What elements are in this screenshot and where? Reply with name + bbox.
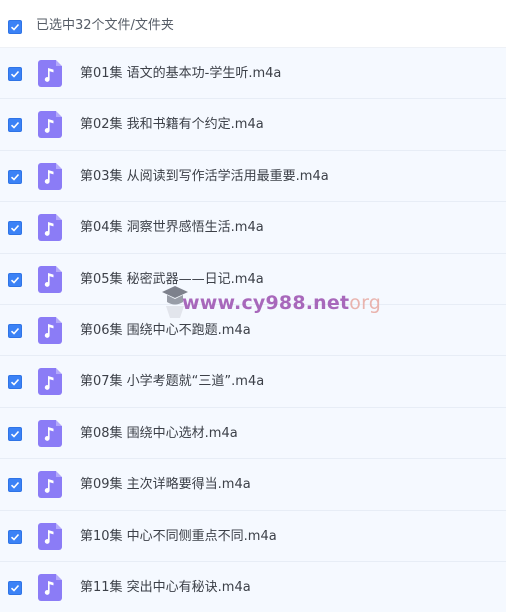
file-checkbox[interactable] bbox=[8, 272, 22, 287]
file-checkbox[interactable] bbox=[8, 375, 22, 390]
music-note-icon bbox=[38, 471, 62, 499]
file-row[interactable]: 第10集 中心不同侧重点不同.m4a bbox=[0, 510, 506, 562]
check-icon bbox=[10, 122, 20, 130]
music-note-icon bbox=[38, 60, 62, 87]
music-note-icon bbox=[38, 316, 62, 344]
file-checkbox[interactable] bbox=[8, 323, 22, 338]
file-row[interactable]: 第06集 围绕中心不跑题.m4a bbox=[0, 304, 506, 357]
file-name[interactable]: 第11集 突出中心有秘诀.m4a bbox=[80, 579, 251, 597]
file-name[interactable]: 第08集 围绕中心选材.m4a bbox=[80, 425, 238, 443]
music-note-icon bbox=[38, 573, 62, 601]
file-row[interactable]: 第11集 突出中心有秘诀.m4a bbox=[0, 561, 506, 612]
file-list-panel: 已选中32个文件/文件夹 第01集 语文的基本功-学生听.m4a 第02集 我和书… bbox=[0, 0, 506, 612]
file-name[interactable]: 第06集 围绕中心不跑题.m4a bbox=[80, 322, 251, 340]
file-checkbox[interactable] bbox=[8, 67, 22, 81]
file-checkbox[interactable] bbox=[8, 478, 22, 493]
file-row[interactable]: 第04集 洞察世界感悟生活.m4a bbox=[0, 202, 506, 254]
file-checkbox[interactable] bbox=[8, 529, 22, 544]
file-row[interactable]: 第05集 秘密武器——日记.m4a bbox=[0, 253, 506, 305]
check-icon bbox=[10, 533, 20, 541]
file-name[interactable]: 第02集 我和书籍有个约定.m4a bbox=[80, 116, 264, 134]
file-row[interactable]: 第02集 我和书籍有个约定.m4a bbox=[0, 99, 506, 151]
file-list: 第01集 语文的基本功-学生听.m4a 第02集 我和书籍有个约定.m4a 第03集… bbox=[0, 48, 506, 612]
music-note-icon bbox=[38, 214, 62, 242]
file-name[interactable]: 第05集 秘密武器——日记.m4a bbox=[80, 271, 264, 289]
file-row[interactable]: 第07集 小学考题就“三道”.m4a bbox=[0, 356, 506, 408]
music-note-icon bbox=[38, 265, 62, 293]
file-name[interactable]: 第01集 语文的基本功-学生听.m4a bbox=[80, 65, 281, 83]
file-checkbox[interactable] bbox=[8, 221, 22, 236]
music-note-icon bbox=[38, 111, 62, 139]
selection-count-label: 已选中32个文件/文件夹 bbox=[36, 18, 174, 33]
file-row[interactable]: 第01集 语文的基本功-学生听.m4a bbox=[0, 48, 506, 100]
select-all-checkbox[interactable] bbox=[8, 20, 22, 34]
check-icon bbox=[10, 225, 20, 232]
check-icon bbox=[10, 70, 20, 78]
check-icon bbox=[10, 482, 20, 489]
music-note-icon bbox=[38, 368, 62, 396]
file-name[interactable]: 第09集 主次详略要得当.m4a bbox=[80, 476, 251, 494]
file-name[interactable]: 第04集 洞察世界感悟生活.m4a bbox=[80, 219, 264, 237]
file-checkbox[interactable] bbox=[8, 169, 22, 184]
check-icon bbox=[10, 276, 20, 284]
check-icon bbox=[10, 379, 20, 386]
file-row[interactable]: 第03集 从阅读到写作活学活用最重要.m4a bbox=[0, 150, 506, 203]
file-name[interactable]: 第07集 小学考题就“三道”.m4a bbox=[80, 373, 264, 391]
music-note-icon bbox=[38, 162, 62, 190]
check-icon bbox=[10, 23, 20, 31]
file-checkbox[interactable] bbox=[8, 426, 22, 441]
check-icon bbox=[10, 584, 20, 592]
music-note-icon bbox=[38, 522, 62, 550]
file-row[interactable]: 第09集 主次详略要得当.m4a bbox=[0, 459, 506, 511]
file-checkbox[interactable] bbox=[8, 118, 22, 133]
check-icon bbox=[10, 173, 20, 181]
check-icon bbox=[10, 430, 20, 438]
file-row[interactable]: 第08集 围绕中心选材.m4a bbox=[0, 407, 506, 460]
music-note-icon bbox=[38, 419, 62, 447]
file-checkbox[interactable] bbox=[8, 580, 22, 595]
file-name[interactable]: 第10集 中心不同侧重点不同.m4a bbox=[80, 528, 277, 546]
selection-header: 已选中32个文件/文件夹 bbox=[0, 0, 506, 48]
check-icon bbox=[10, 327, 20, 335]
file-name[interactable]: 第03集 从阅读到写作活学活用最重要.m4a bbox=[80, 168, 329, 186]
